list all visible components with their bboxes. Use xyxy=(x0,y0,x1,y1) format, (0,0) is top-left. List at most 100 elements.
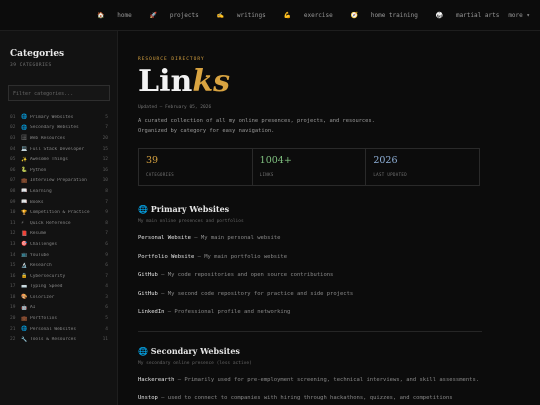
category-item[interactable]: 01 🌐 Primary Websites 5 xyxy=(0,112,117,123)
category-count: 9 xyxy=(105,252,108,258)
category-icon: 🌐 xyxy=(21,124,28,131)
category-number: 02 xyxy=(10,125,16,131)
section-title-secondary: 🌐 Secondary Websites xyxy=(138,346,240,356)
category-count: 9 xyxy=(105,210,108,216)
nav-home-training[interactable]: 🧭 home training xyxy=(342,12,418,19)
main-content: RESOURCE DIRECTORY Links Updated — Febru… xyxy=(118,31,540,405)
category-number: 05 xyxy=(10,157,16,163)
category-item[interactable]: 15 🔬 Research 6 xyxy=(0,260,117,271)
category-item[interactable]: 06 🐍 Python 16 xyxy=(0,165,117,176)
category-count: 7 xyxy=(105,125,108,131)
category-icon: 💼 xyxy=(21,177,28,184)
category-number: 09 xyxy=(10,199,16,205)
nav-writings[interactable]: ✍️ writings xyxy=(208,12,266,19)
category-icon: 📕 xyxy=(21,230,28,237)
category-item[interactable]: 18 🎨 Colorizer 3 xyxy=(0,292,117,303)
category-item[interactable]: 03 🗄 Web Resources 20 xyxy=(0,133,117,144)
link-item[interactable]: GitHub — My code repositories and open s… xyxy=(138,272,333,278)
category-item[interactable]: 19 🤖 AI 6 xyxy=(0,303,117,314)
category-item[interactable]: 07 💼 Interview Preparation 10 xyxy=(0,176,117,187)
category-item[interactable]: 09 📖 Books 7 xyxy=(0,197,117,208)
link-item[interactable]: Portfolio Website — My main portfolio we… xyxy=(138,254,287,260)
link-item[interactable]: GitHub — My second code repository for p… xyxy=(138,291,353,297)
category-item[interactable]: 22 🔧 Tools & Resources 11 xyxy=(0,334,117,345)
eyebrow-label: RESOURCE DIRECTORY xyxy=(138,57,205,62)
category-number: 15 xyxy=(10,263,16,269)
sidebar-subtitle: 39 CATEGORIES xyxy=(10,63,52,68)
page-title: Links xyxy=(138,64,230,99)
section-subtitle-secondary: My secondary online presence (less activ… xyxy=(138,361,252,366)
stats-panel: 39 CATEGORIES 1004+ LINKS 2026 LAST UPDATED xyxy=(138,148,480,186)
category-name: YouTube xyxy=(30,252,49,258)
nav-projects[interactable]: 🚀 projects xyxy=(141,12,199,19)
link-item[interactable]: Hackerearth — Primarily used for pre-emp… xyxy=(138,377,479,383)
category-name: Books xyxy=(30,199,44,205)
category-number: 16 xyxy=(10,273,16,279)
category-name: Competition & Practice xyxy=(30,210,90,216)
section-divider xyxy=(138,331,482,332)
category-number: 14 xyxy=(10,252,16,258)
category-icon: 📺 xyxy=(21,252,28,259)
category-icon: 🗄 xyxy=(21,135,28,142)
flexed-arm-icon: 💪 xyxy=(283,11,292,19)
category-name: Quick Reference xyxy=(30,220,71,226)
stat-categories: 39 CATEGORIES xyxy=(139,149,253,185)
category-item[interactable]: 14 📺 YouTube 9 xyxy=(0,250,117,261)
category-name: Secondary Websites xyxy=(30,125,79,131)
category-icon: 🔧 xyxy=(21,336,28,343)
category-number: 07 xyxy=(10,178,16,184)
category-name: Awesome Things xyxy=(30,157,68,163)
category-icon: 🎨 xyxy=(21,294,28,301)
category-name: Primary Websites xyxy=(30,114,74,120)
category-icon: 💻 xyxy=(21,146,28,153)
category-item[interactable]: 16 🔒 Cybersecurity 7 xyxy=(0,271,117,282)
category-name: Colorizer xyxy=(30,294,55,300)
category-name: Portfolios xyxy=(30,316,58,322)
category-count: 6 xyxy=(105,305,108,311)
nav-exercise[interactable]: 💪 exercise xyxy=(275,12,333,19)
home-icon: 🏠 xyxy=(97,11,105,19)
category-count: 7 xyxy=(105,273,108,279)
section-title-primary: 🌐 Primary Websites xyxy=(138,204,230,214)
category-list: 01 🌐 Primary Websites 5 02 🌐 Secondary Website… xyxy=(0,112,117,345)
category-name: Full Stack Developer xyxy=(30,146,85,152)
category-item[interactable]: 13 🎯 Challenges 6 xyxy=(0,239,117,250)
top-navigation: 🏠 home 🚀 projects ✍️ writings 💪 exercise… xyxy=(0,0,540,31)
nav-home[interactable]: 🏠 home xyxy=(88,12,132,19)
category-name: Learning xyxy=(30,188,52,194)
category-item[interactable]: 11 ⚡ Quick Reference 8 xyxy=(0,218,117,229)
category-icon: 🔒 xyxy=(21,273,28,280)
category-count: 3 xyxy=(105,294,108,300)
category-name: Web Resources xyxy=(30,135,66,141)
link-item[interactable]: Unstop — used to connect to companies wi… xyxy=(138,395,453,401)
category-count: 4 xyxy=(105,326,108,332)
category-number: 22 xyxy=(10,337,16,343)
category-icon: 📖 xyxy=(21,199,28,206)
category-count: 12 xyxy=(102,157,108,163)
nav-more-dropdown[interactable]: more ▾ xyxy=(508,12,530,19)
category-number: 06 xyxy=(10,167,16,173)
category-icon: 💼 xyxy=(21,315,28,322)
category-item[interactable]: 02 🌐 Secondary Websites 7 xyxy=(0,123,117,134)
category-item[interactable]: 04 💻 Full Stack Developer 15 xyxy=(0,144,117,155)
category-item[interactable]: 17 ⌨️ Typing Speed 4 xyxy=(0,282,117,293)
category-count: 15 xyxy=(102,146,108,152)
category-item[interactable]: 08 📖 Learning 8 xyxy=(0,186,117,197)
category-name: Personal Websites xyxy=(30,326,77,332)
category-number: 18 xyxy=(10,294,16,300)
category-filter-input[interactable]: Filter categories... xyxy=(8,85,110,101)
category-count: 8 xyxy=(105,188,108,194)
category-name: Challenges xyxy=(30,241,58,247)
writing-hand-icon: ✍️ xyxy=(216,11,225,19)
category-item[interactable]: 05 ✨ Awesome Things 12 xyxy=(0,154,117,165)
category-icon: 🐍 xyxy=(21,167,28,174)
category-item[interactable]: 10 🏆 Competition & Practice 9 xyxy=(0,207,117,218)
link-item[interactable]: Personal Website — My main personal webs… xyxy=(138,235,280,241)
category-item[interactable]: 21 🌐 Personal Websites 4 xyxy=(0,324,117,335)
nav-martial-arts[interactable]: 🥋 martial arts xyxy=(427,12,499,19)
category-number: 11 xyxy=(10,220,16,226)
link-item[interactable]: LinkedIn — Professional profile and netw… xyxy=(138,309,290,315)
category-item[interactable]: 12 📕 Resume 7 xyxy=(0,229,117,240)
category-item[interactable]: 20 💼 Portfolios 5 xyxy=(0,313,117,324)
category-icon: 🔬 xyxy=(21,262,28,269)
